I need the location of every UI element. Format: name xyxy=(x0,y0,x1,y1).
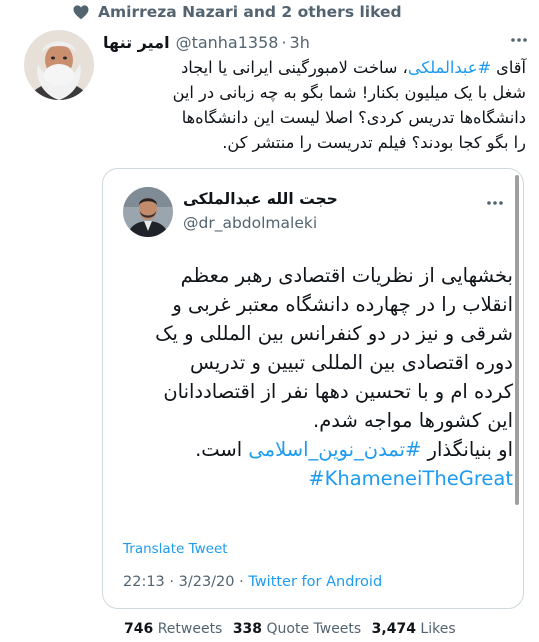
tweet-line: آقای #عبدالملکی، ساخت لامبورگینی ایرانی … xyxy=(98,55,526,80)
quoted-line: او بنیانگذار #تمدن_نوین_اسلامی است. xyxy=(121,435,513,464)
separator-dot: · xyxy=(281,32,287,52)
quoted-line: شرقی و نیز در دو کنفرانس بین المللی و یک xyxy=(155,322,513,345)
tweet-line: شغل با یک میلیون بکنار! شما بگو به چه زب… xyxy=(172,83,526,102)
engagement-stats: 746 Retweets 338 Quote Tweets 3,474 Like… xyxy=(124,621,456,637)
tweet-header: امیر تنها @tanha1358 · 3h xyxy=(103,30,535,54)
avatar[interactable] xyxy=(24,30,94,100)
tweet-line: دانشگاه‌ها تدریس کردی؟ اصلا لیست این دان… xyxy=(181,108,526,127)
source-link[interactable]: Twitter for Android xyxy=(248,574,382,590)
likes-label[interactable]: Likes xyxy=(420,621,455,637)
social-context[interactable]: Amirreza Nazari and 2 others liked xyxy=(72,2,402,22)
text-run: ، ساخت لامبورگینی ایرانی یا ایجاد xyxy=(181,58,408,77)
quoted-line: دوره اقتصادی بین المللی تبیین و تدریس xyxy=(189,351,513,374)
tweet-timestamp: 22:13 · 3/23/20 · Twitter for Android xyxy=(123,574,382,590)
quoted-line: این کشورها مواجه شدم. xyxy=(313,409,513,432)
quoted-line: کرده ام و با تحسین دهها نفر از اقتصاددان… xyxy=(163,380,513,403)
hashtag-link[interactable]: #KhameneiTheGreat xyxy=(121,464,513,493)
hashtag-link[interactable]: #عبدالملکی xyxy=(408,58,491,77)
quoted-line: بخشهایی از نظریات اقتصادی رهبر معظم xyxy=(180,264,513,287)
quoted-author-handle[interactable]: @dr_abdolmaleki xyxy=(183,214,317,232)
quoted-line: انقلاب را در چهارده دانشگاه معتبر غربی و xyxy=(172,293,513,316)
hashtag-link[interactable]: #تمدن_نوین_اسلامی xyxy=(248,438,421,461)
scrollbar[interactable] xyxy=(515,175,519,505)
quoted-tweet-text: بخشهایی از نظریات اقتصادی رهبر معظم انقل… xyxy=(121,261,513,493)
text-run: او بنیانگذار xyxy=(421,438,513,461)
translate-tweet-link[interactable]: Translate Tweet xyxy=(123,541,228,557)
tweet-line: را بگو کجا بودند؟ فیلم تدریست را منتشر ک… xyxy=(222,133,526,152)
timestamp-text[interactable]: 22:13 · 3/23/20 · xyxy=(123,574,248,590)
quoted-author-name[interactable]: حجت الله عبدالملکی xyxy=(183,190,443,208)
quotes-count[interactable]: 338 xyxy=(233,621,262,637)
tweet-text: آقای #عبدالملکی، ساخت لامبورگینی ایرانی … xyxy=(98,55,526,155)
quoted-tweet[interactable]: حجت الله عبدالملکی @dr_abdolmaleki بخشها… xyxy=(102,168,524,609)
liked-by-text: Amirreza Nazari and 2 others liked xyxy=(98,3,402,21)
text-run: آقای xyxy=(491,58,526,77)
author-handle[interactable]: @tanha1358 xyxy=(176,33,279,52)
author-name[interactable]: امیر تنها xyxy=(103,33,170,52)
more-options-icon[interactable] xyxy=(485,195,505,209)
tweet-time[interactable]: 3h xyxy=(290,33,310,52)
likes-count[interactable]: 3,474 xyxy=(372,621,416,637)
quotes-label[interactable]: Quote Tweets xyxy=(267,621,362,637)
quoted-avatar[interactable] xyxy=(123,187,173,237)
retweets-label[interactable]: Retweets xyxy=(158,621,223,637)
heart-icon xyxy=(72,3,90,21)
more-options-icon[interactable] xyxy=(509,32,529,46)
text-run: است. xyxy=(195,438,249,461)
retweets-count[interactable]: 746 xyxy=(124,621,153,637)
